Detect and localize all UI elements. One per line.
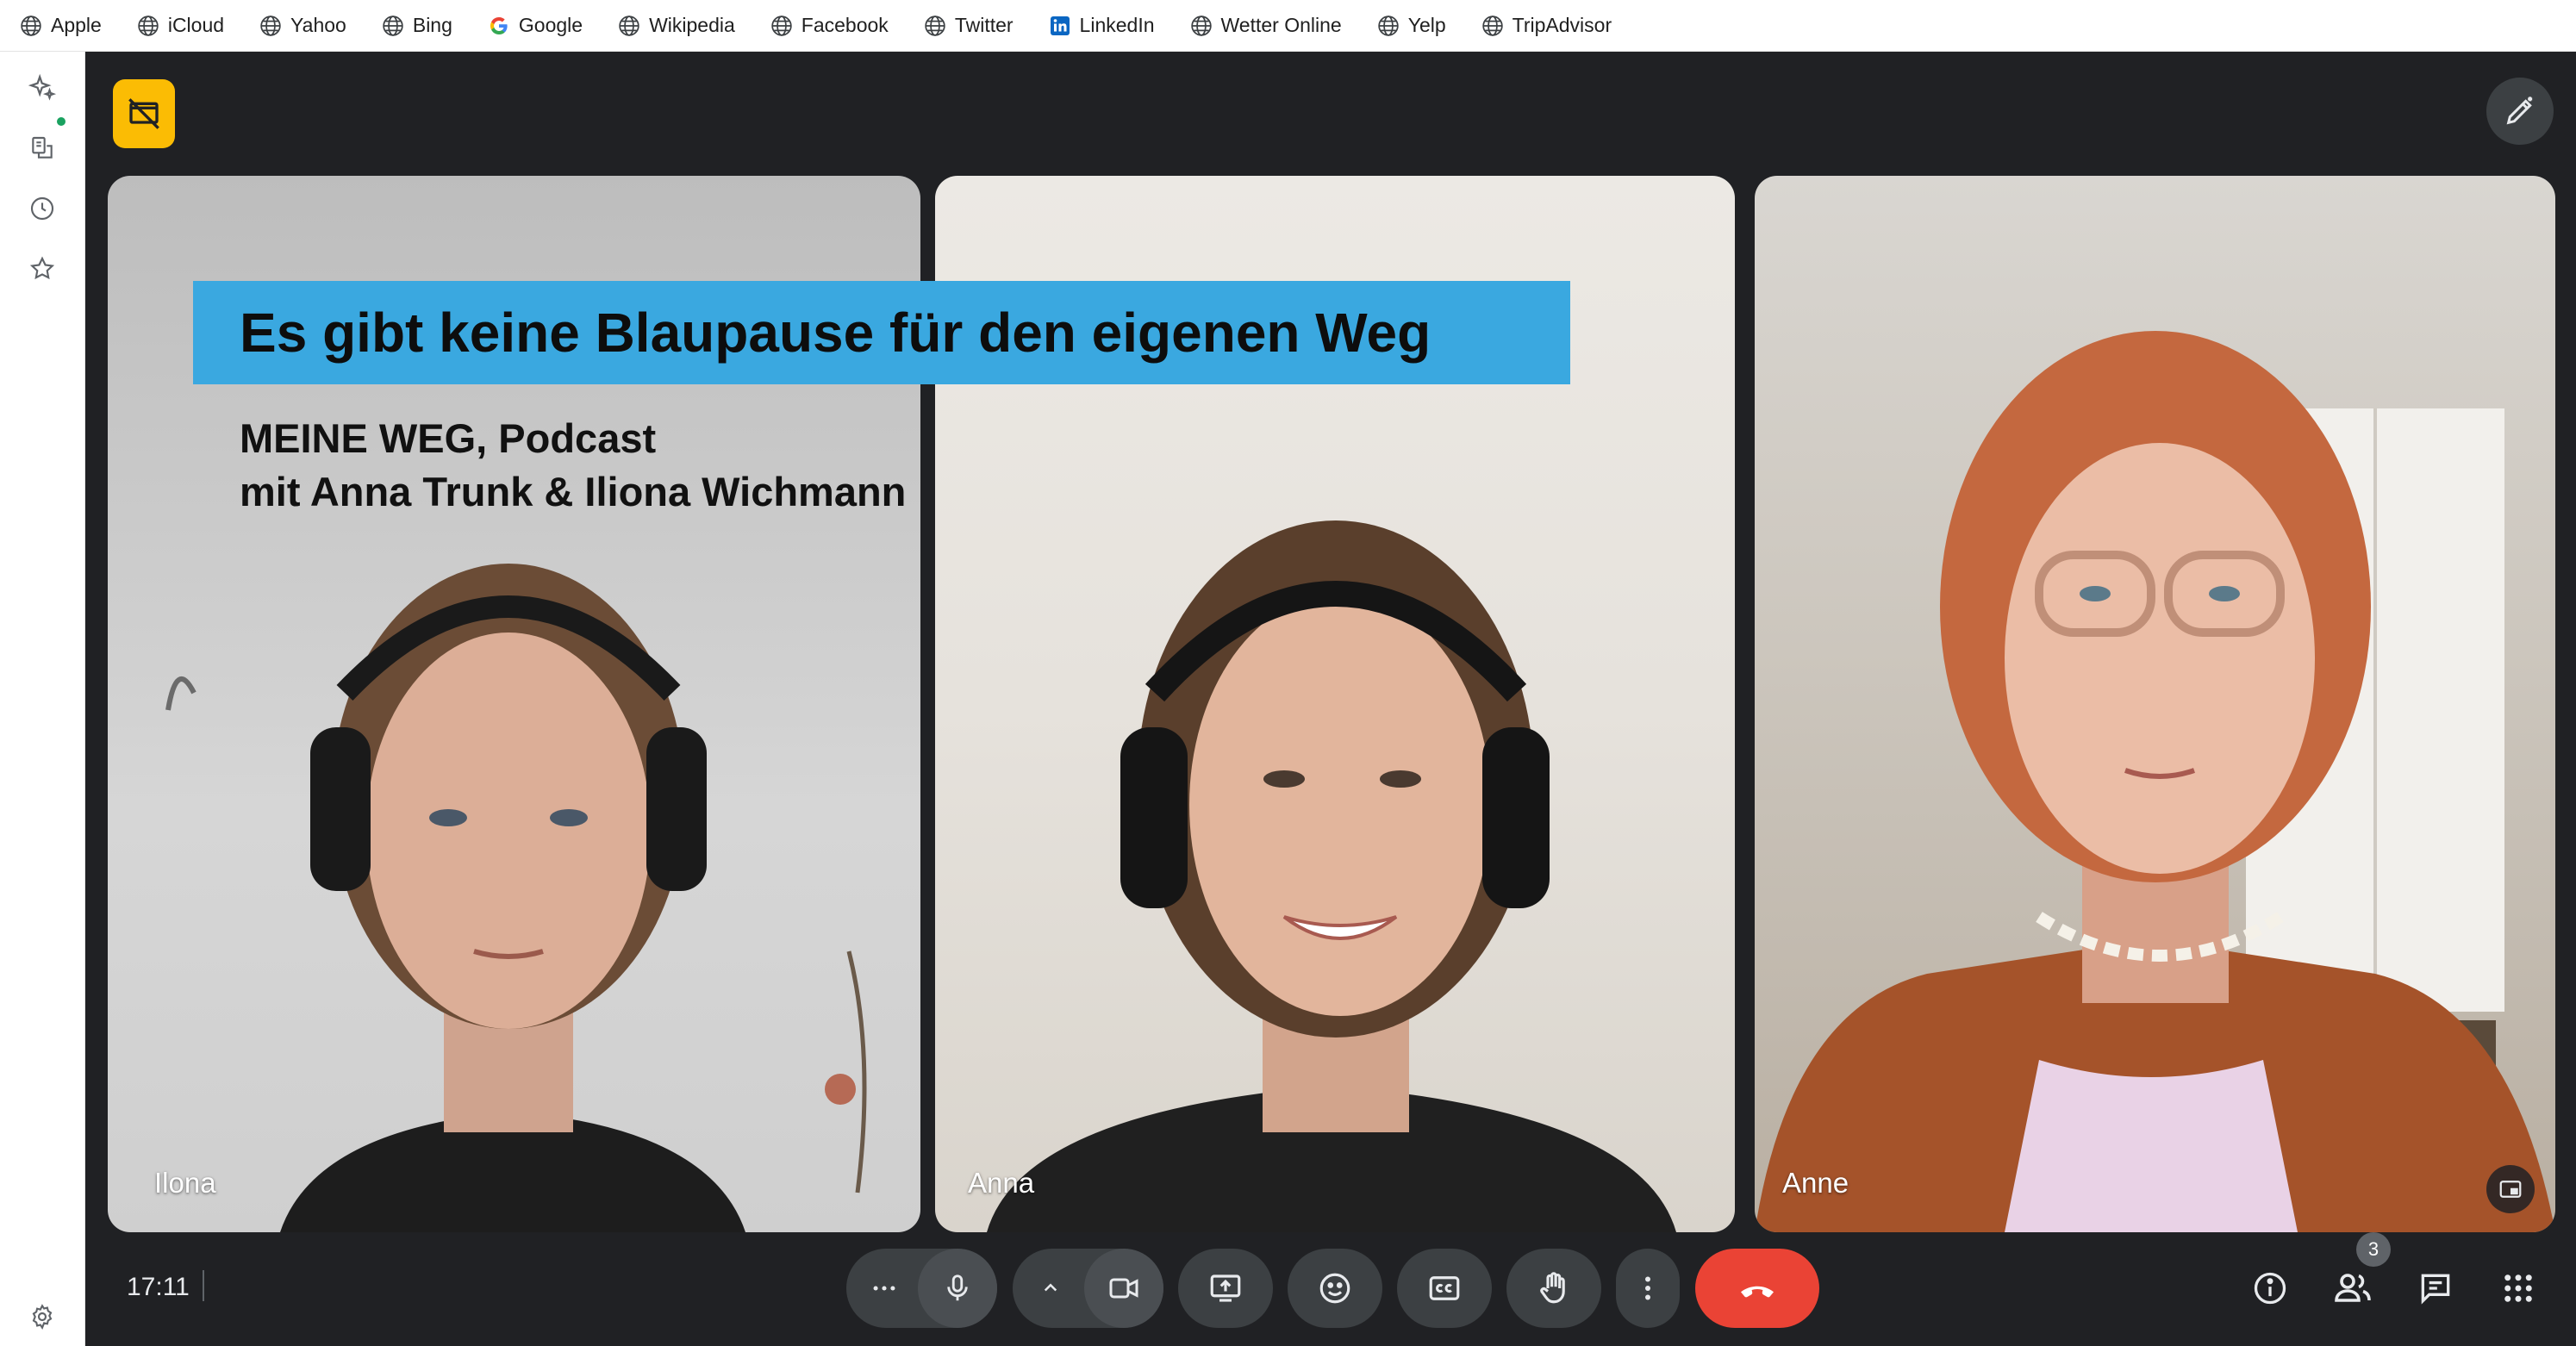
mic-control-group [846, 1249, 997, 1328]
bookmark-label: Yahoo [290, 14, 346, 36]
bookmark-apple[interactable]: Apple [19, 14, 102, 38]
globe-icon [136, 14, 160, 38]
bookmark-linkedin[interactable]: LinkedIn [1048, 14, 1155, 38]
browser-sidebar [0, 52, 85, 1346]
participant-name: Ilona [154, 1167, 216, 1199]
history-icon[interactable] [25, 191, 59, 226]
banner-title: Es gibt keine Blaupause für den eigenen … [240, 302, 1431, 364]
present-screen-button[interactable] [1178, 1249, 1273, 1328]
video-options-button[interactable] [1013, 1249, 1088, 1328]
participant-name: Anna [968, 1167, 1035, 1199]
edit-pen-button[interactable] [2486, 78, 2554, 145]
notification-dot [57, 117, 65, 126]
subtitle-line: mit Anna Trunk & Iliona Wichmann [240, 469, 907, 514]
bookmark-star-icon[interactable] [25, 252, 59, 286]
bookmark-bing[interactable]: Bing [381, 14, 452, 38]
raise-hand-button[interactable] [1506, 1249, 1601, 1328]
presentation-badge[interactable] [113, 79, 175, 148]
chat-button[interactable] [2408, 1261, 2463, 1316]
google-icon [487, 14, 511, 38]
globe-icon [19, 14, 43, 38]
globe-icon [381, 14, 405, 38]
bookmark-wetter-online[interactable]: Wetter Online [1189, 14, 1342, 38]
bookmark-label: Google [518, 14, 583, 36]
globe-icon [1189, 14, 1213, 38]
bookmark-icloud[interactable]: iCloud [136, 14, 224, 38]
bookmark-google[interactable]: Google [487, 14, 583, 38]
pip-button[interactable] [2486, 1165, 2535, 1213]
globe-icon [770, 14, 794, 38]
participant-tile-anne[interactable]: Anne [1755, 176, 2555, 1232]
captions-button[interactable] [1397, 1249, 1492, 1328]
bookmark-label: Wikipedia [649, 14, 735, 36]
camera-button[interactable] [1084, 1249, 1163, 1328]
meeting-time: 17:11 [127, 1273, 190, 1301]
more-options-button[interactable] [1616, 1249, 1680, 1328]
people-button[interactable] [2325, 1261, 2380, 1316]
globe-icon [1376, 14, 1400, 38]
bookmark-label: TripAdvisor [1512, 14, 1612, 36]
bookmark-label: Apple [51, 14, 102, 36]
bookmark-yelp[interactable]: Yelp [1376, 14, 1446, 38]
meet-call-area: Ilona Anna Anne Es gibt keine Blaupause … [85, 52, 2576, 1346]
camera-control-group [1013, 1249, 1163, 1328]
emoji-reaction-button[interactable] [1288, 1249, 1382, 1328]
globe-icon [1481, 14, 1505, 38]
subtitle-line: MEINE WEG, Podcast [240, 415, 657, 461]
people-count-badge: 3 [2356, 1232, 2391, 1267]
microphone-button[interactable] [918, 1249, 997, 1328]
participant-video [1755, 331, 2555, 1232]
reading-list-icon[interactable] [25, 131, 59, 165]
activities-button[interactable] [2491, 1261, 2546, 1316]
settings-icon[interactable] [25, 1299, 59, 1334]
bookmarks-bar: Apple iCloud Yahoo Bing Google Wikipedia [0, 0, 2576, 52]
divider [203, 1270, 204, 1301]
globe-icon [259, 14, 283, 38]
podcast-title-banner: Es gibt keine Blaupause für den eigenen … [193, 281, 1570, 384]
bookmark-label: Bing [412, 14, 452, 36]
bookmark-label: iCloud [167, 14, 225, 36]
participant-name: Anne [1782, 1167, 1849, 1199]
bookmark-twitter[interactable]: Twitter [923, 14, 1014, 38]
bookmark-label: LinkedIn [1079, 14, 1155, 36]
audio-options-button[interactable] [846, 1249, 922, 1328]
bookmark-label: Yelp [1407, 14, 1446, 36]
bookmark-label: Facebook [801, 14, 889, 36]
bookmark-label: Twitter [954, 14, 1014, 36]
sparkle-icon[interactable] [25, 71, 59, 105]
podcast-subtitle: MEINE WEG, Podcast mit Anna Trunk & Ilio… [240, 412, 906, 519]
bookmark-wikipedia[interactable]: Wikipedia [617, 14, 735, 38]
globe-icon [617, 14, 641, 38]
globe-icon [923, 14, 947, 38]
meeting-info-button[interactable] [2242, 1261, 2298, 1316]
end-call-button[interactable] [1695, 1249, 1819, 1328]
linkedin-icon [1048, 14, 1072, 38]
bookmark-label: Wetter Online [1220, 14, 1342, 36]
bookmark-tripadvisor[interactable]: TripAdvisor [1481, 14, 1612, 38]
bookmark-facebook[interactable]: Facebook [770, 14, 889, 38]
bookmark-yahoo[interactable]: Yahoo [259, 14, 346, 38]
